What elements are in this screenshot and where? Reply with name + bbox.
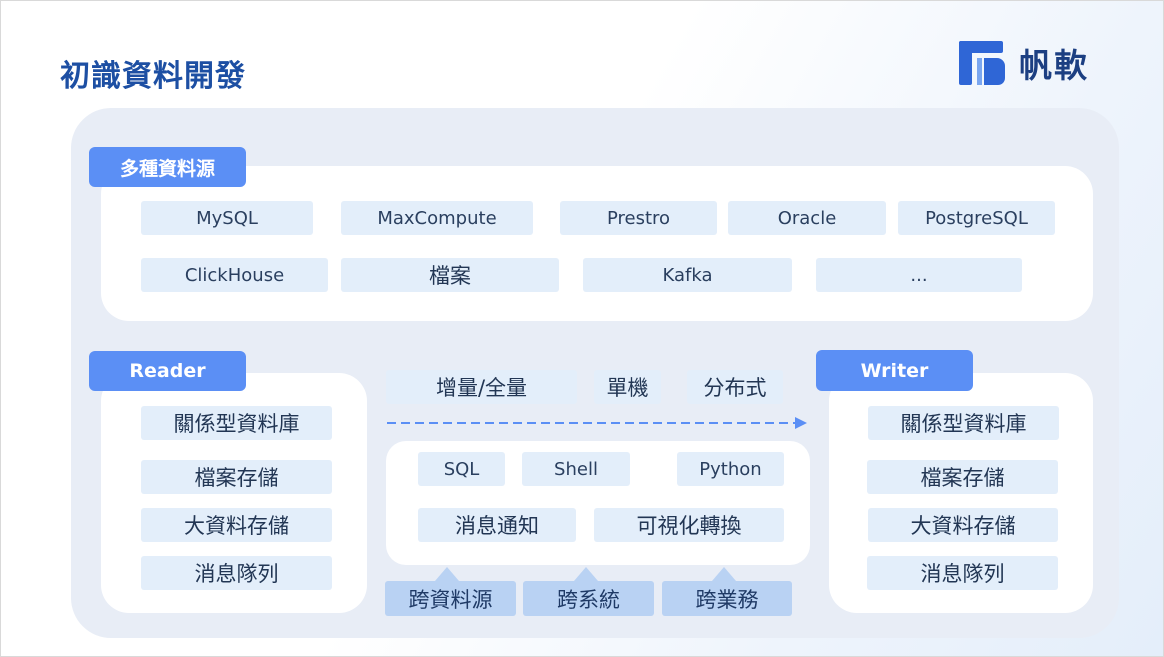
pointer-triangle	[712, 567, 736, 581]
reader-item: 關係型資料庫	[141, 406, 332, 440]
page-title: 初識資料開發	[60, 59, 246, 94]
sources-tag: 多種資料源	[89, 147, 246, 187]
pointer-triangle	[574, 567, 598, 581]
source-chip: MaxCompute	[341, 201, 533, 235]
source-chip: MySQL	[141, 201, 313, 235]
process-chip: Python	[677, 452, 784, 486]
process-chip: 可視化轉換	[594, 508, 784, 542]
writer-item: 消息隊列	[867, 556, 1058, 590]
slide: 初識資料開發 帆軟 多種資料源 MySQL MaxCompute Prestro…	[0, 0, 1164, 657]
source-chip: Kafka	[583, 258, 792, 292]
scope-chip: 跨業務	[662, 581, 792, 616]
reader-item: 檔案存儲	[141, 460, 332, 494]
source-chip: PostgreSQL	[898, 201, 1055, 235]
source-chip: 檔案	[341, 258, 559, 292]
writer-item: 大資料存儲	[868, 508, 1058, 542]
source-chip: ClickHouse	[141, 258, 328, 292]
logo-text: 帆軟	[1019, 46, 1089, 85]
reader-item: 大資料存儲	[141, 508, 332, 542]
scope-chip: 跨系統	[523, 581, 654, 616]
sources-panel	[101, 166, 1093, 321]
writer-item: 檔案存儲	[867, 460, 1058, 494]
source-chip: Oracle	[728, 201, 886, 235]
mode-chip: 分布式	[687, 370, 783, 404]
reader-tag: Reader	[89, 351, 246, 391]
process-chip: Shell	[522, 452, 630, 486]
mode-chip: 增量/全量	[386, 370, 577, 404]
process-chip: SQL	[418, 452, 505, 486]
reader-item: 消息隊列	[141, 556, 332, 590]
source-chip: ...	[816, 258, 1022, 292]
writer-item: 關係型資料庫	[868, 406, 1059, 440]
process-chip: 消息通知	[418, 508, 576, 542]
source-chip: Prestro	[560, 201, 717, 235]
writer-tag: Writer	[816, 350, 973, 391]
scope-chip: 跨資料源	[385, 581, 516, 616]
logo: 帆軟	[959, 38, 1089, 88]
pointer-triangle	[435, 567, 459, 581]
fanruan-logo-icon	[959, 41, 1005, 85]
mode-chip: 單機	[594, 370, 661, 404]
flow-arrow	[387, 417, 807, 429]
